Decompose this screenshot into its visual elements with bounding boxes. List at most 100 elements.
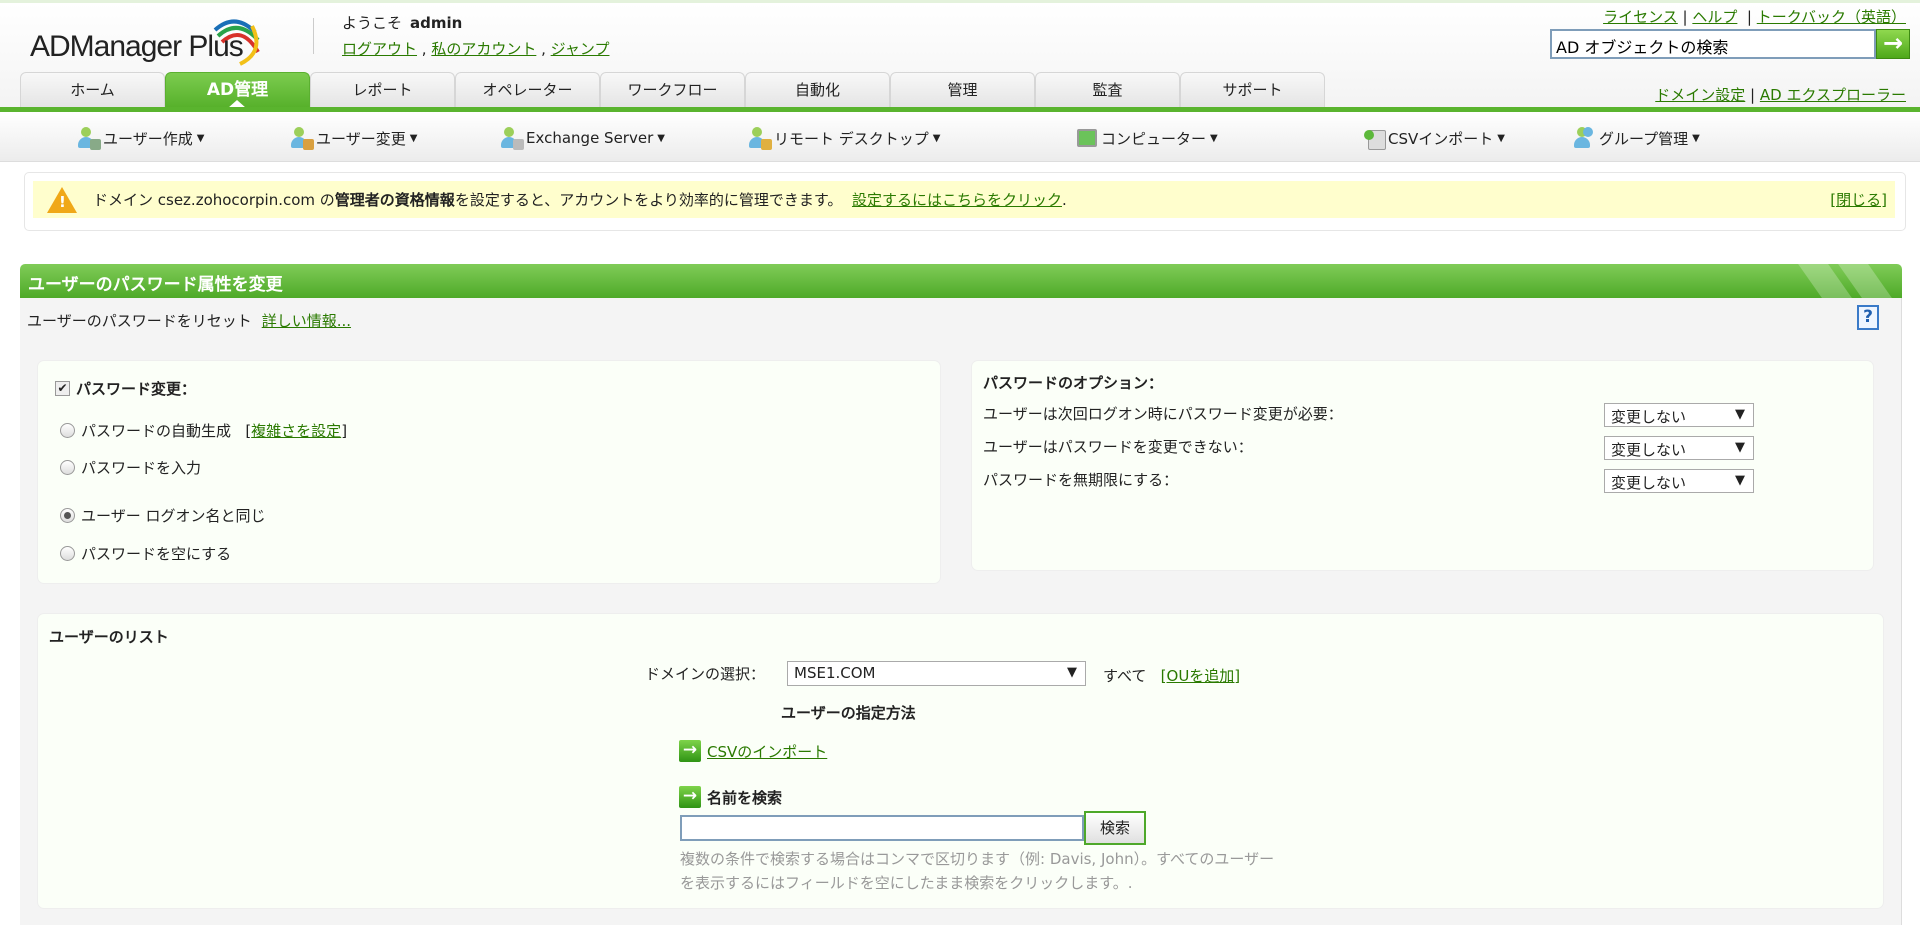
- csv-import-icon: [1362, 126, 1386, 150]
- domain-label: ドメインの選択：: [645, 665, 766, 683]
- talkback-link[interactable]: トークバック（英語）: [1757, 8, 1906, 26]
- panel-header: ユーザーのパスワード属性を変更: [20, 264, 1902, 298]
- select-value: 変更しない: [1611, 408, 1687, 426]
- submenu-exchange[interactable]: Exchange Server ▼: [500, 126, 665, 150]
- jump-link[interactable]: ジャンプ: [551, 40, 610, 58]
- radio-auto-generate[interactable]: [60, 423, 75, 438]
- tab-ad-management[interactable]: AD管理: [165, 72, 310, 108]
- user-list-title: ユーザーのリスト: [49, 628, 169, 646]
- arrow-right-icon: →: [679, 740, 701, 762]
- caret-down-icon: ▼: [1735, 473, 1745, 488]
- alert-text: を設定すると、アカウントをより効率的に管理できます。: [454, 191, 843, 209]
- option-label: ユーザー ログオン名と同じ: [81, 507, 266, 525]
- ad-explorer-link[interactable]: AD エクスプローラー: [1760, 86, 1906, 104]
- configure-credentials-link[interactable]: 設定するにはこちらをクリック: [852, 189, 1062, 210]
- caret-down-icon: ▼: [1067, 665, 1077, 680]
- user-add-icon: [77, 126, 101, 150]
- tab-support[interactable]: サポート: [1180, 72, 1325, 108]
- caret-down-icon: ▼: [1497, 132, 1505, 144]
- set-complexity-link[interactable]: 複雑さを設定: [251, 420, 341, 441]
- submenu-label: Exchange Server: [526, 129, 654, 147]
- submenu-create-user[interactable]: ユーザー作成 ▼: [77, 126, 204, 150]
- radio-enter-password[interactable]: [60, 460, 75, 475]
- option-same-as-logon[interactable]: ユーザー ログオン名と同じ: [60, 505, 265, 526]
- more-info-link[interactable]: 詳しい情報...: [262, 312, 351, 330]
- domain-settings-link[interactable]: ドメイン設定: [1655, 86, 1745, 104]
- caret-down-icon: ▼: [1735, 407, 1745, 422]
- radio-same-as-logon[interactable]: [60, 508, 75, 523]
- tab-audit[interactable]: 監査: [1035, 72, 1180, 108]
- tab-operators[interactable]: オペレーター: [455, 72, 600, 108]
- option-label: ユーザーはパスワードを変更できない：: [983, 438, 1253, 456]
- submenu-label: CSVインポート: [1388, 129, 1494, 148]
- option-label: パスワードを空にする: [81, 545, 232, 563]
- tab-home[interactable]: ホーム: [20, 72, 165, 108]
- cannot-change-select[interactable]: 変更しない ▼: [1604, 436, 1754, 460]
- user-edit-icon: [290, 126, 314, 150]
- right-links: ドメイン設定 | AD エクスプローラー: [1655, 86, 1906, 104]
- welcome-label: ようこそ: [342, 14, 403, 32]
- submenu-remote-desktop[interactable]: リモート デスクトップ ▼: [748, 126, 940, 150]
- search-button[interactable]: 検索: [1084, 811, 1146, 845]
- logout-link[interactable]: ログアウト: [342, 40, 417, 58]
- option-empty-password[interactable]: パスワードを空にする: [60, 543, 231, 564]
- submenu-bar: ユーザー作成 ▼ ユーザー変更 ▼ Exchange Server ▼ リモート デス…: [0, 112, 1920, 162]
- caret-down-icon: ▼: [932, 132, 941, 144]
- option-auto-generate[interactable]: パスワードの自動生成 [複雑さを設定]: [60, 420, 347, 441]
- tab-admin[interactable]: 管理: [890, 72, 1035, 108]
- logo-text: ADManager Plus: [30, 30, 244, 63]
- group-icon: [1573, 126, 1597, 150]
- tab-automation[interactable]: 自動化: [745, 72, 890, 108]
- change-password-label: パスワード変更：: [76, 380, 197, 398]
- submenu-label: ユーザー変更: [316, 129, 406, 148]
- submenu-computer[interactable]: コンピューター ▼: [1075, 126, 1218, 150]
- search-name-label: 名前を検索: [707, 788, 783, 807]
- warning-icon: !: [47, 186, 77, 213]
- close-alert-link[interactable]: [閉じる]: [1830, 189, 1887, 210]
- submenu-csv-import[interactable]: CSVインポート ▼: [1362, 126, 1505, 150]
- caret-down-icon: ▼: [1735, 440, 1745, 455]
- option-label: ユーザーは次回ログオン時にパスワード変更が必要：: [983, 405, 1343, 423]
- panel-subtitle: ユーザーのパスワードをリセット 詳しい情報...: [27, 310, 351, 331]
- alert-text: ドメイン csez.zohocorpin.com の: [93, 191, 335, 209]
- welcome-text: ようこそ admin: [342, 12, 462, 33]
- logo[interactable]: ADManager Plus: [30, 12, 290, 68]
- option-enter-password[interactable]: パスワードを入力: [60, 457, 201, 478]
- search-name-row: → 名前を検索: [679, 786, 782, 808]
- my-account-link[interactable]: 私のアカウント: [431, 40, 536, 58]
- change-password-checkbox[interactable]: ✔: [55, 381, 70, 396]
- never-expires-select[interactable]: 変更しない ▼: [1604, 469, 1754, 493]
- options-title: パスワードのオプション：: [983, 374, 1164, 392]
- user-mail-icon: [500, 126, 524, 150]
- radio-empty-password[interactable]: [60, 546, 75, 561]
- caret-down-icon: ▼: [1692, 132, 1700, 144]
- panel-title: ユーザーのパスワード属性を変更: [28, 275, 283, 295]
- option-label: パスワードの自動生成: [81, 422, 232, 440]
- license-link[interactable]: ライセンス: [1603, 8, 1678, 26]
- divider: [313, 18, 314, 54]
- caret-down-icon: ▼: [657, 132, 665, 144]
- arrow-right-icon: →: [679, 786, 701, 808]
- method-title: ユーザーの指定方法: [781, 704, 916, 722]
- help-link[interactable]: ヘルプ: [1692, 8, 1737, 26]
- add-ou-link[interactable]: [OUを追加]: [1161, 665, 1241, 686]
- must-change-select[interactable]: 変更しない ▼: [1604, 403, 1754, 427]
- domain-select[interactable]: MSE1.COM ▼: [787, 661, 1086, 686]
- option-label: パスワードを入力: [81, 459, 202, 477]
- search-go-button[interactable]: →: [1876, 29, 1910, 59]
- submenu-group-management[interactable]: グループ管理 ▼: [1573, 126, 1700, 150]
- submenu-modify-user[interactable]: ユーザー変更 ▼: [290, 126, 417, 150]
- alert-bold-text: 管理者の資格情報: [334, 191, 455, 209]
- help-icon[interactable]: ?: [1857, 305, 1879, 330]
- ad-object-search-input[interactable]: AD オブジェクトの検索: [1550, 29, 1876, 59]
- name-search-input[interactable]: [680, 815, 1084, 841]
- csv-import-link[interactable]: CSVのインポート: [707, 741, 827, 762]
- tab-reports[interactable]: レポート: [310, 72, 455, 108]
- tab-workflow[interactable]: ワークフロー: [600, 72, 745, 108]
- top-links: ライセンス | ヘルプ | トークバック（英語）: [1603, 8, 1906, 26]
- caret-down-icon: ▼: [409, 132, 418, 144]
- all-label: すべて: [1103, 667, 1147, 685]
- csv-import-row[interactable]: → CSVのインポート: [679, 740, 827, 762]
- domain-scope: すべて [OUを追加]: [1103, 665, 1240, 686]
- select-value: 変更しない: [1611, 441, 1687, 459]
